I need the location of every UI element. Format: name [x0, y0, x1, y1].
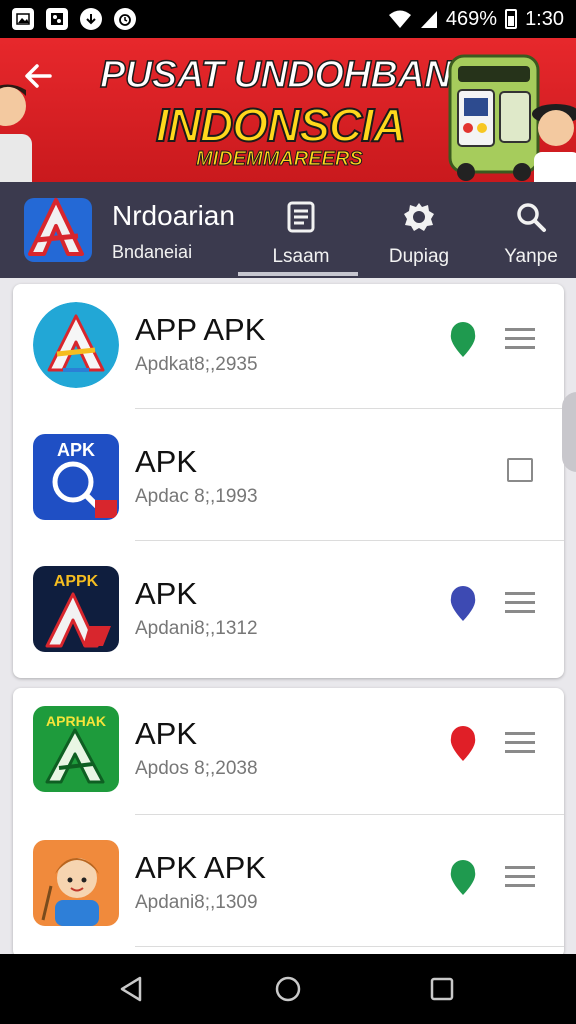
divider	[135, 814, 564, 815]
app-title: APK	[135, 716, 198, 751]
status-pin-icon	[450, 586, 476, 621]
divider	[135, 408, 564, 409]
list-item[interactable]: APK APK Apdac 8;,1993	[13, 416, 564, 548]
app-title: APK APK	[135, 850, 266, 885]
status-pin-icon	[450, 860, 476, 895]
alarm-icon	[114, 8, 136, 30]
tab-settings[interactable]: Dupiag	[364, 196, 474, 276]
app-subtitle: Apdani8;,1312	[135, 618, 258, 639]
bus-illustration	[448, 54, 540, 181]
drag-handle-icon[interactable]	[505, 732, 535, 756]
app-list-card: APRHAK APK Apdos 8;,2038 APK APK Apdani8…	[13, 688, 564, 958]
image-icon	[12, 8, 34, 30]
divider	[135, 540, 564, 541]
app-icon: APK	[33, 434, 119, 520]
tab-list[interactable]: Lsaam	[246, 196, 356, 276]
app-icon: APPK	[33, 566, 119, 652]
app-subtitle: Apdkat8;,2935	[135, 354, 258, 375]
system-nav-bar	[0, 954, 576, 1024]
status-pin-icon	[450, 726, 476, 761]
app-title: APP APK	[135, 312, 266, 347]
battery-icon	[505, 9, 518, 29]
drag-handle-icon[interactable]	[505, 592, 535, 616]
scroll-handle[interactable]	[562, 392, 576, 472]
nav-back-icon[interactable]	[116, 974, 146, 1004]
banner-tagline: MIDEMMAREERS	[196, 148, 364, 171]
app-title: APK	[135, 444, 198, 479]
system-status: 469% 1:30	[388, 8, 564, 31]
app-header: Nrdoarian Bndaneiai Lsaam Dupiag Yanpe	[0, 182, 576, 278]
gear-icon	[404, 203, 434, 231]
icon-label: APPK	[54, 573, 99, 590]
app-icon: APRHAK	[33, 706, 119, 792]
clock: 1:30	[525, 7, 564, 30]
app-title: APK	[135, 576, 198, 611]
list-item[interactable]: APRHAK APK Apdos 8;,2038	[13, 688, 564, 820]
active-tab-indicator	[238, 272, 358, 276]
download-icon	[80, 8, 102, 30]
app-logo-icon	[24, 198, 92, 262]
tab-search[interactable]: Yanpe	[476, 196, 576, 276]
drag-handle-icon[interactable]	[505, 866, 535, 890]
brand-name: Nrdoarian	[112, 200, 235, 231]
banner-subtitle: INDONSCIA	[155, 98, 407, 152]
tab-label: Dupiag	[388, 246, 450, 267]
tab-label: Yanpe	[504, 246, 558, 267]
drag-handle-icon[interactable]	[505, 328, 535, 352]
list-item[interactable]: APK APK Apdani8;,1309	[13, 822, 564, 954]
brand-subtitle: Bndaneiai	[112, 242, 193, 262]
app-list-card: APP APK Apdkat8;,2935 APK APK Apdac 8;,1…	[13, 284, 564, 678]
search-icon	[517, 203, 546, 232]
app-subtitle: Apdac 8;,1993	[135, 486, 258, 507]
list-icon	[287, 201, 315, 233]
app-subtitle: Apdos 8;,2038	[135, 758, 258, 779]
status-pin-icon	[450, 322, 476, 357]
select-checkbox[interactable]	[507, 458, 533, 482]
app-subtitle: Apdani8;,1309	[135, 892, 258, 913]
app-icon	[33, 302, 119, 388]
divider	[135, 946, 564, 947]
tab-label: Lsaam	[272, 246, 330, 267]
banner-title: PUSAT UNDOHBAN	[99, 53, 452, 97]
icon-label: APK	[57, 440, 95, 460]
status-bar: 469% 1:30	[0, 0, 576, 38]
list-item[interactable]: APP APK Apdkat8;,2935	[13, 284, 564, 416]
signal-icon	[420, 11, 437, 28]
gallery-icon	[46, 8, 68, 30]
battery-percent: 469%	[445, 7, 498, 30]
notification-icons	[12, 8, 136, 30]
list-item[interactable]: APPK APK Apdani8;,1312	[13, 548, 564, 678]
back-arrow-icon[interactable]	[20, 58, 56, 94]
person-illustration	[532, 104, 576, 182]
nav-recents-icon[interactable]	[427, 974, 457, 1004]
wifi-icon	[388, 10, 411, 28]
app-icon	[33, 840, 119, 926]
promo-banner[interactable]: PUSAT UNDOHBAN INDONSCIA MIDEMMAREERS	[0, 38, 576, 182]
nav-home-icon[interactable]	[273, 974, 303, 1004]
icon-label: APRHAK	[46, 713, 106, 729]
